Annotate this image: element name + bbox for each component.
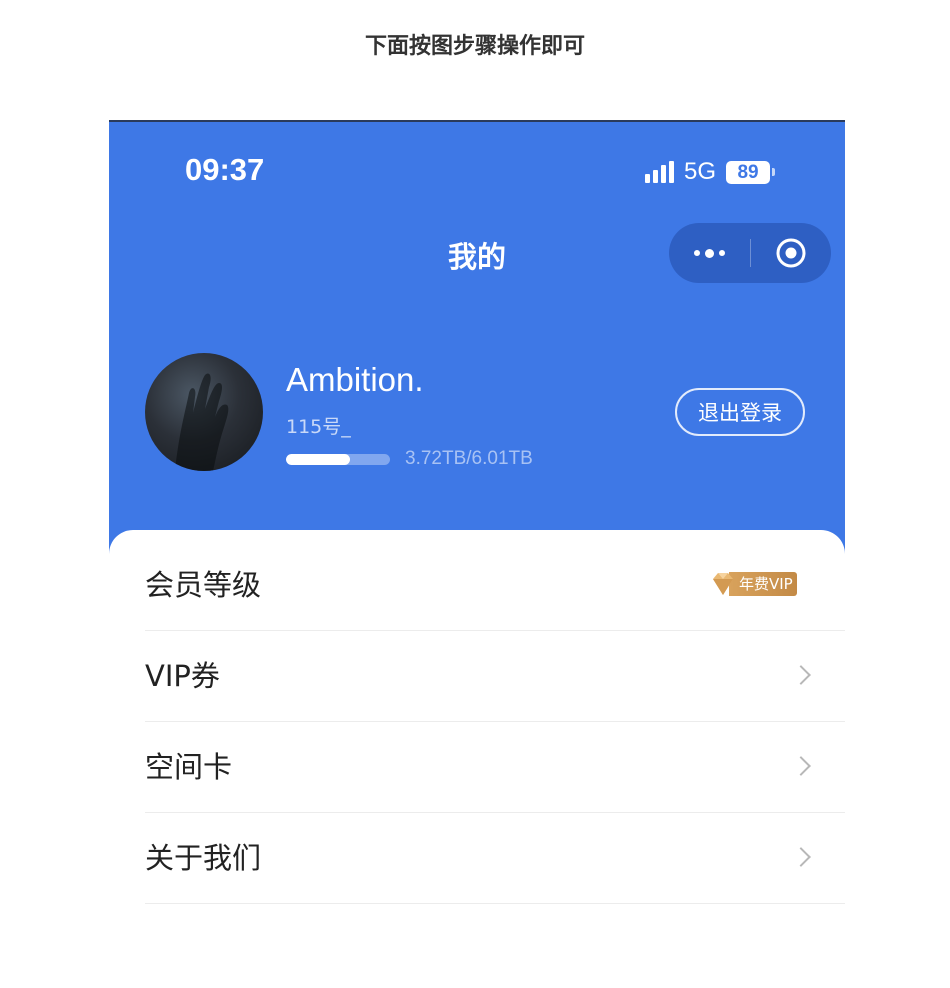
menu-item-member-level[interactable]: 会员等级 年费VIP — [145, 540, 845, 631]
menu-item-about-us[interactable]: 关于我们 — [145, 813, 845, 904]
storage-usage-text: 3.72TB/6.01TB — [405, 448, 533, 469]
instruction-text: 下面按图步骤操作即可 — [364, 34, 585, 59]
menu-item-label: VIP券 — [145, 659, 220, 693]
network-type: 5G — [684, 158, 717, 185]
vip-badge-label: 年费VIP — [729, 572, 797, 596]
menu-item-vip-coupon[interactable]: VIP券 — [145, 631, 845, 722]
phone-screen: 09:37 5G 89 我的 Ambition. 115号_ 3.72TB/6.… — [109, 120, 845, 988]
avatar[interactable] — [145, 353, 263, 471]
chevron-right-icon — [791, 665, 811, 685]
mini-program-capsule — [669, 223, 831, 283]
chevron-right-icon — [791, 756, 811, 776]
target-circle-icon[interactable] — [775, 237, 807, 269]
battery-level: 89 — [726, 160, 771, 184]
signal-icon — [645, 161, 674, 183]
menu-item-label: 空间卡 — [145, 750, 233, 784]
battery-icon: 89 — [726, 160, 776, 184]
vip-badge: 年费VIP — [709, 570, 797, 598]
username: Ambition. — [286, 361, 424, 398]
menu-item-label: 会员等级 — [145, 568, 262, 602]
status-indicators: 5G 89 — [645, 156, 776, 188]
profile-header: 09:37 5G 89 我的 Ambition. 115号_ 3.72TB/6.… — [109, 120, 845, 560]
logout-button[interactable]: 退出登录 — [675, 388, 805, 436]
more-dots-icon[interactable] — [669, 223, 749, 283]
storage-progress-fill — [286, 454, 351, 465]
storage-progress-bar — [286, 454, 390, 465]
status-time: 09:37 — [185, 152, 265, 187]
capsule-divider — [750, 239, 751, 267]
diamond-icon — [713, 573, 733, 595]
menu-card: 会员等级 年费VIP VIP券 空间卡 关于我们 — [109, 530, 845, 988]
menu-item-label: 关于我们 — [145, 841, 262, 875]
menu-item-space-card[interactable]: 空间卡 — [145, 722, 845, 813]
account-id: 115号_ — [286, 416, 351, 438]
chevron-right-icon — [791, 847, 811, 867]
